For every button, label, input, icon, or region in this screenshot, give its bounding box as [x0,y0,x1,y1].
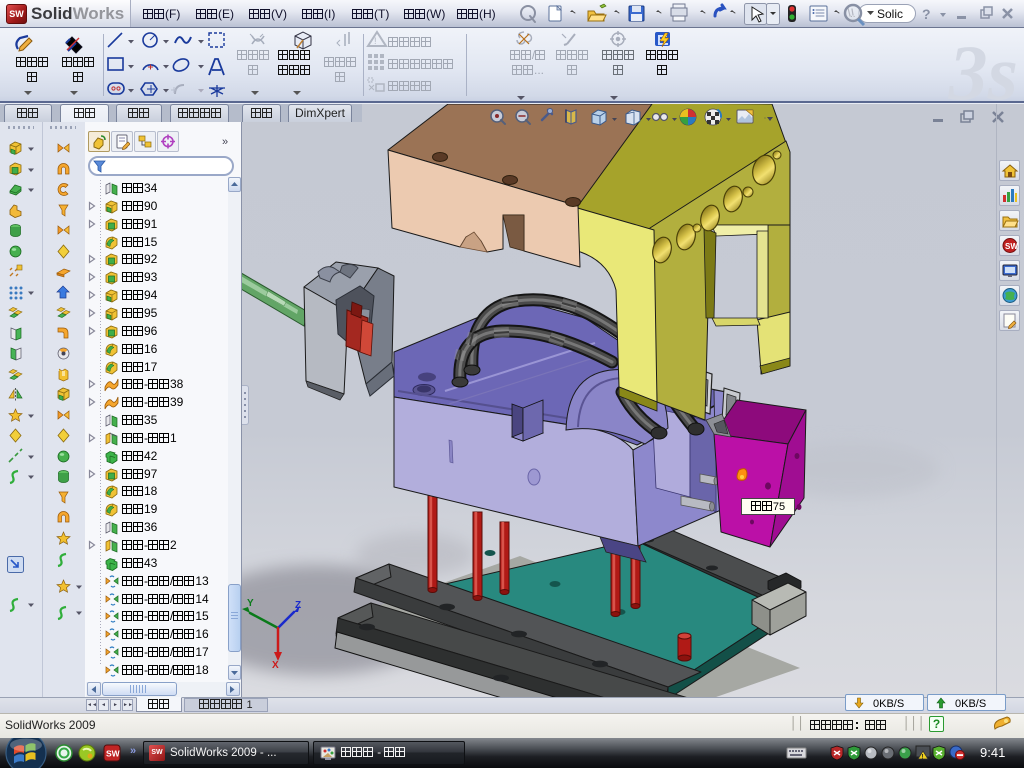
svg-text:!: ! [922,755,924,761]
svg-text:Solic: Solic [877,7,903,21]
svg-text:X: X [272,660,279,671]
svg-text:SW: SW [106,749,121,759]
svg-text:»: » [130,745,136,757]
svg-text:SW: SW [1005,242,1018,251]
svg-text:?: ? [922,6,931,22]
svg-text:Z: Z [295,600,301,611]
svg-text:Y: Y [247,598,254,609]
svg-text:!: ! [374,36,377,46]
